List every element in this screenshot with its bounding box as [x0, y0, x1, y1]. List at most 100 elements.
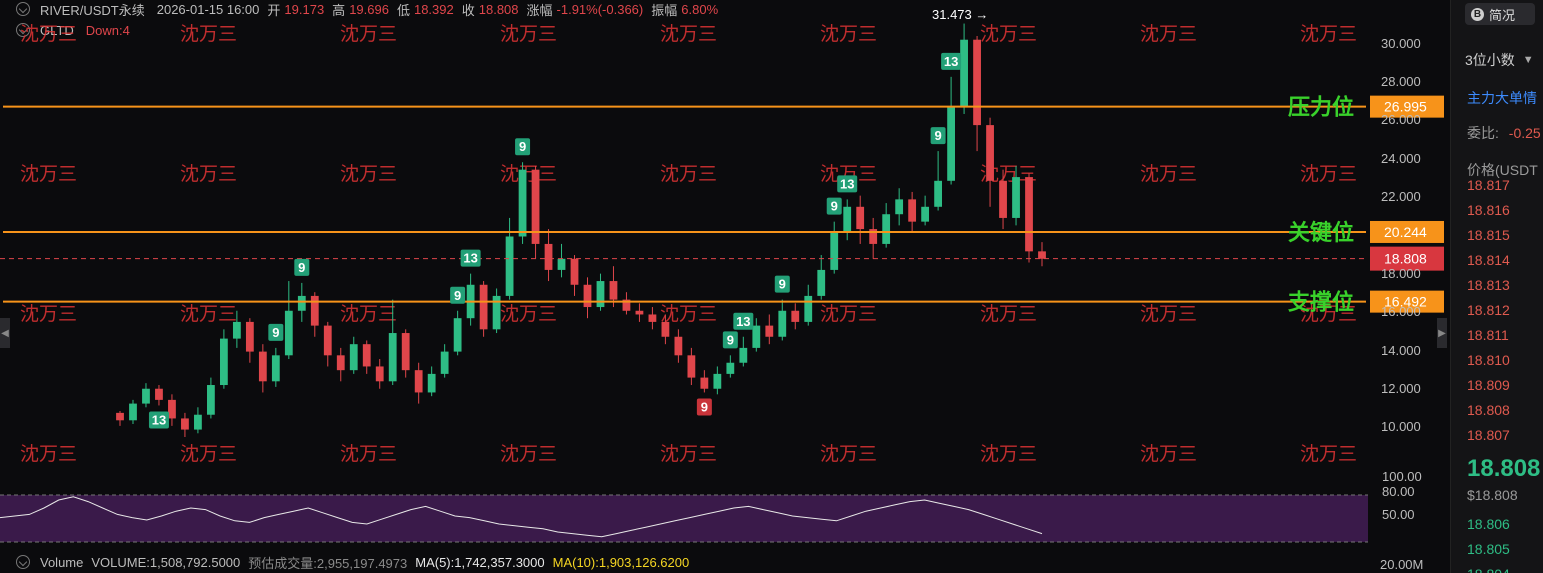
candle-body — [596, 281, 605, 308]
ask-price[interactable]: 18.811 — [1467, 327, 1509, 343]
bid-price[interactable]: 18.804 — [1467, 566, 1510, 573]
candle-body — [518, 169, 527, 237]
price-tick-label: 22.000 — [1381, 189, 1421, 204]
candle-body — [194, 414, 202, 430]
candle — [258, 344, 267, 393]
candle — [921, 195, 930, 226]
chart-panel[interactable]: RIVER/USDT永续 2026-01-15 16:00 开 19.173 高… — [0, 0, 1447, 573]
candle — [895, 188, 904, 226]
watermark-text: 沈万三 — [1300, 443, 1357, 465]
candle — [973, 35, 981, 152]
binance-icon: B — [1471, 7, 1484, 21]
candle-body — [674, 336, 683, 356]
candle-body — [362, 344, 371, 367]
watermark-text: 沈万三 — [180, 23, 237, 45]
ask-price[interactable]: 18.813 — [1467, 277, 1510, 293]
candle-body — [401, 333, 410, 371]
candle — [155, 385, 163, 406]
ask-price[interactable]: 18.815 — [1467, 227, 1510, 243]
left-collapse-arrow[interactable]: ◀ — [0, 318, 10, 348]
candle — [713, 366, 722, 395]
candle-body — [921, 206, 930, 222]
candle — [142, 383, 150, 408]
watermark-text: 沈万三 — [500, 303, 557, 325]
collapse-icon[interactable] — [16, 555, 30, 569]
td-marker-label: 13 — [944, 54, 958, 69]
candle-body — [557, 258, 566, 270]
watermark-text: 沈万三 — [820, 443, 877, 465]
candle-body — [181, 418, 189, 430]
candle-body — [648, 314, 657, 322]
candle — [700, 370, 709, 393]
td-marker: 13 — [837, 175, 858, 193]
candle — [1025, 173, 1033, 263]
candle-body — [271, 355, 280, 382]
candle-body — [609, 281, 618, 300]
td-marker: 9 — [722, 331, 738, 349]
right-collapse-arrow[interactable]: ▶ — [1437, 318, 1447, 348]
ask-price[interactable]: 18.817 — [1467, 177, 1510, 193]
candle-body — [142, 388, 150, 404]
candle — [492, 288, 501, 334]
ask-price[interactable]: 18.808 — [1467, 402, 1510, 418]
candle-body — [323, 325, 332, 356]
candle — [401, 329, 410, 378]
td-marker-label: 9 — [298, 260, 305, 275]
watermark-text: 沈万三 — [660, 443, 717, 465]
td-marker-label: 9 — [934, 128, 941, 143]
main-order-link[interactable]: 主力大单情 — [1467, 88, 1537, 108]
decimal-select[interactable]: 3位小数 ▼ — [1465, 48, 1543, 72]
candle-body — [973, 39, 981, 126]
price-tick-label: 26.000 — [1381, 112, 1421, 127]
watermark-text: 沈万三 — [20, 443, 77, 465]
candle — [129, 399, 137, 425]
osc-tick-label: 50.00 — [1382, 507, 1415, 522]
ratio-value: -0.25 — [1508, 125, 1541, 141]
candle-body — [700, 377, 709, 389]
ask-price[interactable]: 18.810 — [1467, 352, 1510, 368]
candle — [947, 76, 955, 185]
candle — [375, 359, 384, 389]
candle-body — [986, 125, 994, 181]
candle — [960, 23, 968, 114]
candle-body — [168, 399, 176, 419]
volume-label[interactable]: Volume — [40, 555, 83, 570]
watermark-text: 沈万三 — [660, 163, 717, 185]
ask-price[interactable]: 18.816 — [1467, 202, 1510, 218]
candle — [830, 221, 839, 274]
overview-tab[interactable]: B 简况 — [1465, 3, 1535, 25]
ask-price[interactable]: 18.812 — [1467, 302, 1510, 318]
watermark-text: 沈万三 — [660, 23, 717, 45]
candle — [168, 394, 176, 426]
price-tick-label: 30.000 — [1381, 36, 1421, 51]
candle — [310, 292, 319, 337]
bid-price[interactable]: 18.805 — [1467, 541, 1510, 557]
candle-body — [440, 351, 449, 374]
candle-body — [453, 318, 462, 352]
watermark-text: 沈万三 — [1140, 23, 1197, 45]
td-marker-label: 9 — [272, 325, 279, 340]
candle-body — [427, 373, 436, 393]
watermark-text: 沈万三 — [20, 163, 77, 185]
candle — [427, 366, 436, 397]
candle — [765, 314, 774, 345]
candle — [544, 229, 553, 282]
price-tick-label: 24.000 — [1381, 151, 1421, 166]
td-marker: 9 — [268, 323, 284, 341]
watermark-text: 沈万三 — [1300, 23, 1357, 45]
candle-body — [129, 403, 137, 421]
candle — [674, 329, 683, 363]
bid-price[interactable]: 18.806 — [1467, 516, 1510, 532]
candlestick-chart[interactable]: 100.0080.0050.00 沈万三 沈万三 沈万三 沈万三 沈万三 沈万三 沈万三 沈万… — [0, 0, 1447, 573]
candle — [414, 362, 423, 404]
candle-body — [752, 325, 761, 348]
candle — [323, 321, 332, 367]
candle — [882, 203, 891, 248]
candle-body — [726, 362, 735, 374]
ask-price[interactable]: 18.814 — [1467, 252, 1510, 268]
ask-price[interactable]: 18.807 — [1467, 427, 1510, 443]
candle — [570, 255, 579, 296]
ask-price[interactable]: 18.809 — [1467, 377, 1510, 393]
candle — [362, 340, 371, 374]
level-value: 20.244 — [1384, 224, 1427, 240]
